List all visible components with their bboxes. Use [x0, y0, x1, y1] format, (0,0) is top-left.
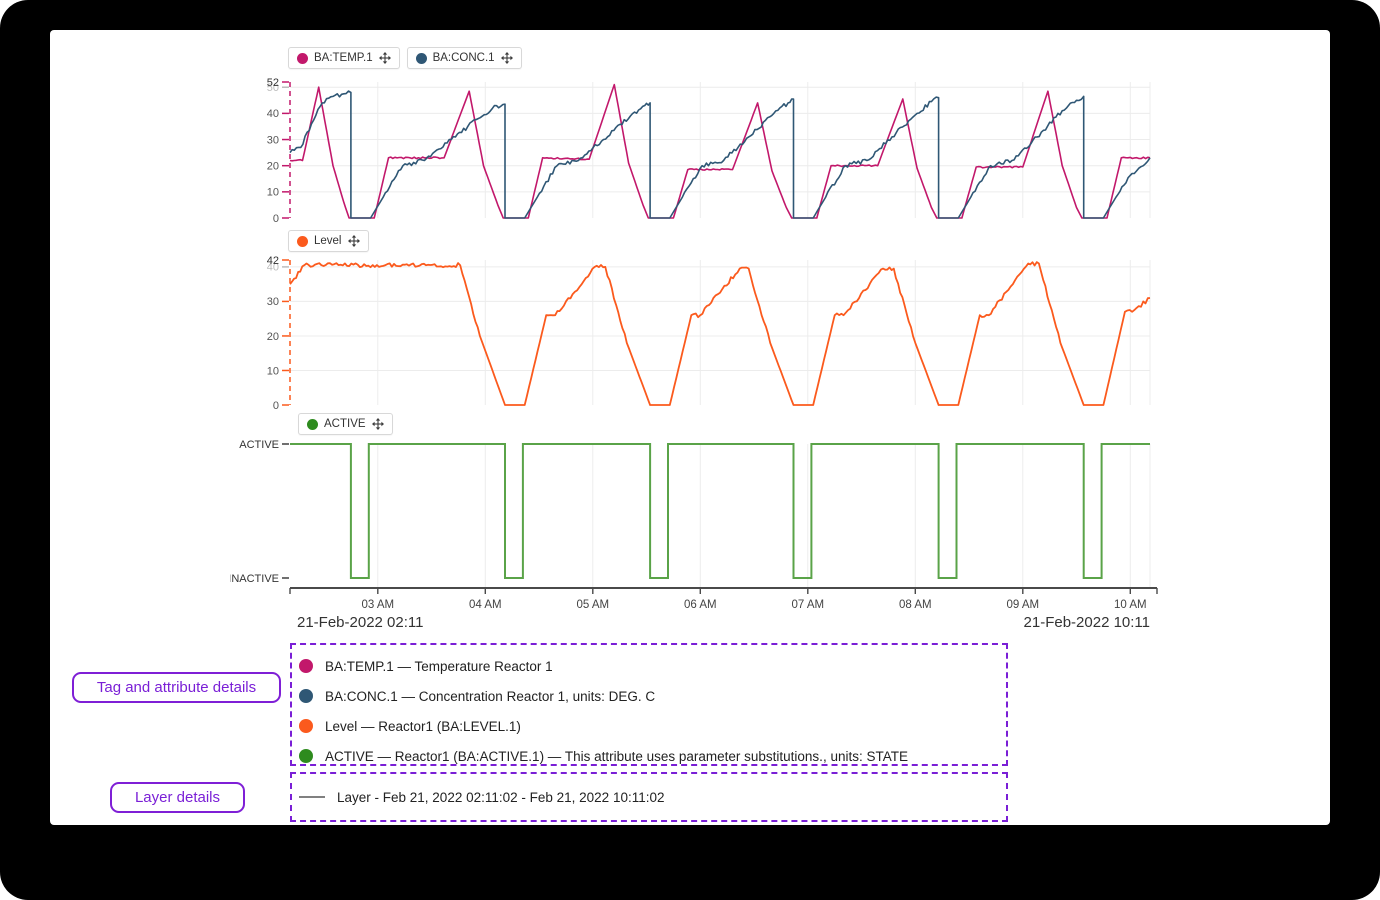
tag-attribute-details-box: BA:TEMP.1 — Temperature Reactor 1 BA:CONC…	[290, 643, 1008, 766]
tag-attribute-row: ACTIVE — Reactor1 (BA:ACTIVE.1) — This a…	[299, 741, 1006, 771]
y-tick-label: 42	[267, 255, 279, 267]
y-tick-label: 20	[267, 160, 279, 172]
legend-pill-ba-conc-1[interactable]: BA:CONC.1	[407, 47, 522, 69]
series-color-dot	[297, 53, 308, 64]
layer-line-swatch	[299, 796, 325, 798]
series-path-active	[290, 444, 1150, 578]
hour-label: 08 AM	[899, 599, 932, 611]
tag-attribute-row: Level — Reactor1 (BA:LEVEL.1)	[299, 711, 1006, 741]
legend-pill-ba-temp-1[interactable]: BA:TEMP.1	[288, 47, 400, 69]
y-tick-label: 0	[273, 400, 279, 412]
series-path-level	[290, 262, 1150, 405]
callout-tag-attribute-details: Tag and attribute details	[72, 672, 281, 703]
y-tick-label: 30	[267, 296, 279, 308]
series-color-dot	[299, 749, 313, 763]
hour-label: 05 AM	[576, 599, 609, 611]
y-tick-label: 20	[267, 331, 279, 343]
time-range-end-label: 21-Feb-2022 10:11	[1002, 614, 1150, 631]
trend-display-page: BA:TEMP.1 BA:CONC.1 Level ACTIVE 0 10 20 30 4…	[50, 30, 1330, 825]
time-range-start-label: 21-Feb-2022 02:11	[297, 614, 423, 631]
callout-layer-details: Layer details	[110, 782, 245, 813]
series-color-dot	[299, 659, 313, 673]
series-path-ba-conc-1	[290, 91, 1150, 218]
y-tick-label: 10	[267, 187, 279, 199]
tag-attribute-rows: BA:TEMP.1 — Temperature Reactor 1 BA:CONC…	[292, 645, 1006, 771]
callout-layer-label: Layer details	[135, 789, 220, 806]
legend-pill-label: ACTIVE	[324, 418, 366, 430]
tag-attribute-text: BA:TEMP.1 — Temperature Reactor 1	[325, 659, 553, 674]
tag-attribute-text: BA:CONC.1 — Concentration Reactor 1, uni…	[325, 689, 655, 704]
legend-pill-level[interactable]: Level	[288, 230, 369, 252]
state-label: INACTIVE	[230, 573, 279, 585]
legend-pill-label: Level	[314, 235, 342, 247]
y-tick-label: 30	[267, 134, 279, 146]
series-color-dot	[299, 689, 313, 703]
hour-label: 03 AM	[361, 599, 394, 611]
state-label: ACTIVE	[239, 439, 279, 451]
move-icon[interactable]	[501, 52, 513, 64]
tag-attribute-row: BA:TEMP.1 — Temperature Reactor 1	[299, 651, 1006, 681]
series-color-dot	[299, 719, 313, 733]
legend-pill-row-1: BA:TEMP.1 BA:CONC.1	[288, 47, 522, 69]
legend-pill-label: BA:CONC.1	[433, 52, 495, 64]
hour-label: 06 AM	[684, 599, 717, 611]
move-icon[interactable]	[372, 418, 384, 430]
layer-details-text: Layer - Feb 21, 2022 02:11:02 - Feb 21, …	[337, 790, 665, 805]
active-state-chart[interactable]: ACTIVE INACTIVE 03 AM 04 AM 05 AM 06 AM 07 AM 0…	[230, 436, 1170, 618]
series-color-dot	[307, 419, 318, 430]
move-icon[interactable]	[348, 235, 360, 247]
legend-pill-active[interactable]: ACTIVE	[298, 413, 393, 435]
callout-tag-label: Tag and attribute details	[97, 679, 256, 696]
y-tick-label: 52	[267, 77, 279, 89]
move-icon[interactable]	[379, 52, 391, 64]
hour-label: 04 AM	[469, 599, 502, 611]
y-tick-label: 40	[267, 108, 279, 120]
level-trend-chart[interactable]: 01020304042	[230, 252, 1170, 414]
legend-pill-label: BA:TEMP.1	[314, 52, 373, 64]
hour-label: 07 AM	[791, 599, 824, 611]
layer-details-box: Layer - Feb 21, 2022 02:11:02 - Feb 21, …	[290, 772, 1008, 822]
temp-conc-trend-chart[interactable]: 0102030405052	[230, 72, 1170, 224]
y-tick-label: 10	[267, 365, 279, 377]
screenshot-frame: BA:TEMP.1 BA:CONC.1 Level ACTIVE 0 10 20 30 4…	[0, 0, 1380, 900]
tag-attribute-text: Level — Reactor1 (BA:LEVEL.1)	[325, 719, 521, 734]
series-color-dot	[416, 53, 427, 64]
y-tick-label: 0	[273, 213, 279, 224]
hour-label: 10 AM	[1114, 599, 1147, 611]
series-color-dot	[297, 236, 308, 247]
legend-pill-row-3: ACTIVE	[298, 413, 393, 435]
legend-pill-row-2: Level	[288, 230, 369, 252]
hour-label: 09 AM	[1006, 599, 1039, 611]
tag-attribute-row: BA:CONC.1 — Concentration Reactor 1, uni…	[299, 681, 1006, 711]
tag-attribute-text: ACTIVE — Reactor1 (BA:ACTIVE.1) — This a…	[325, 749, 908, 764]
